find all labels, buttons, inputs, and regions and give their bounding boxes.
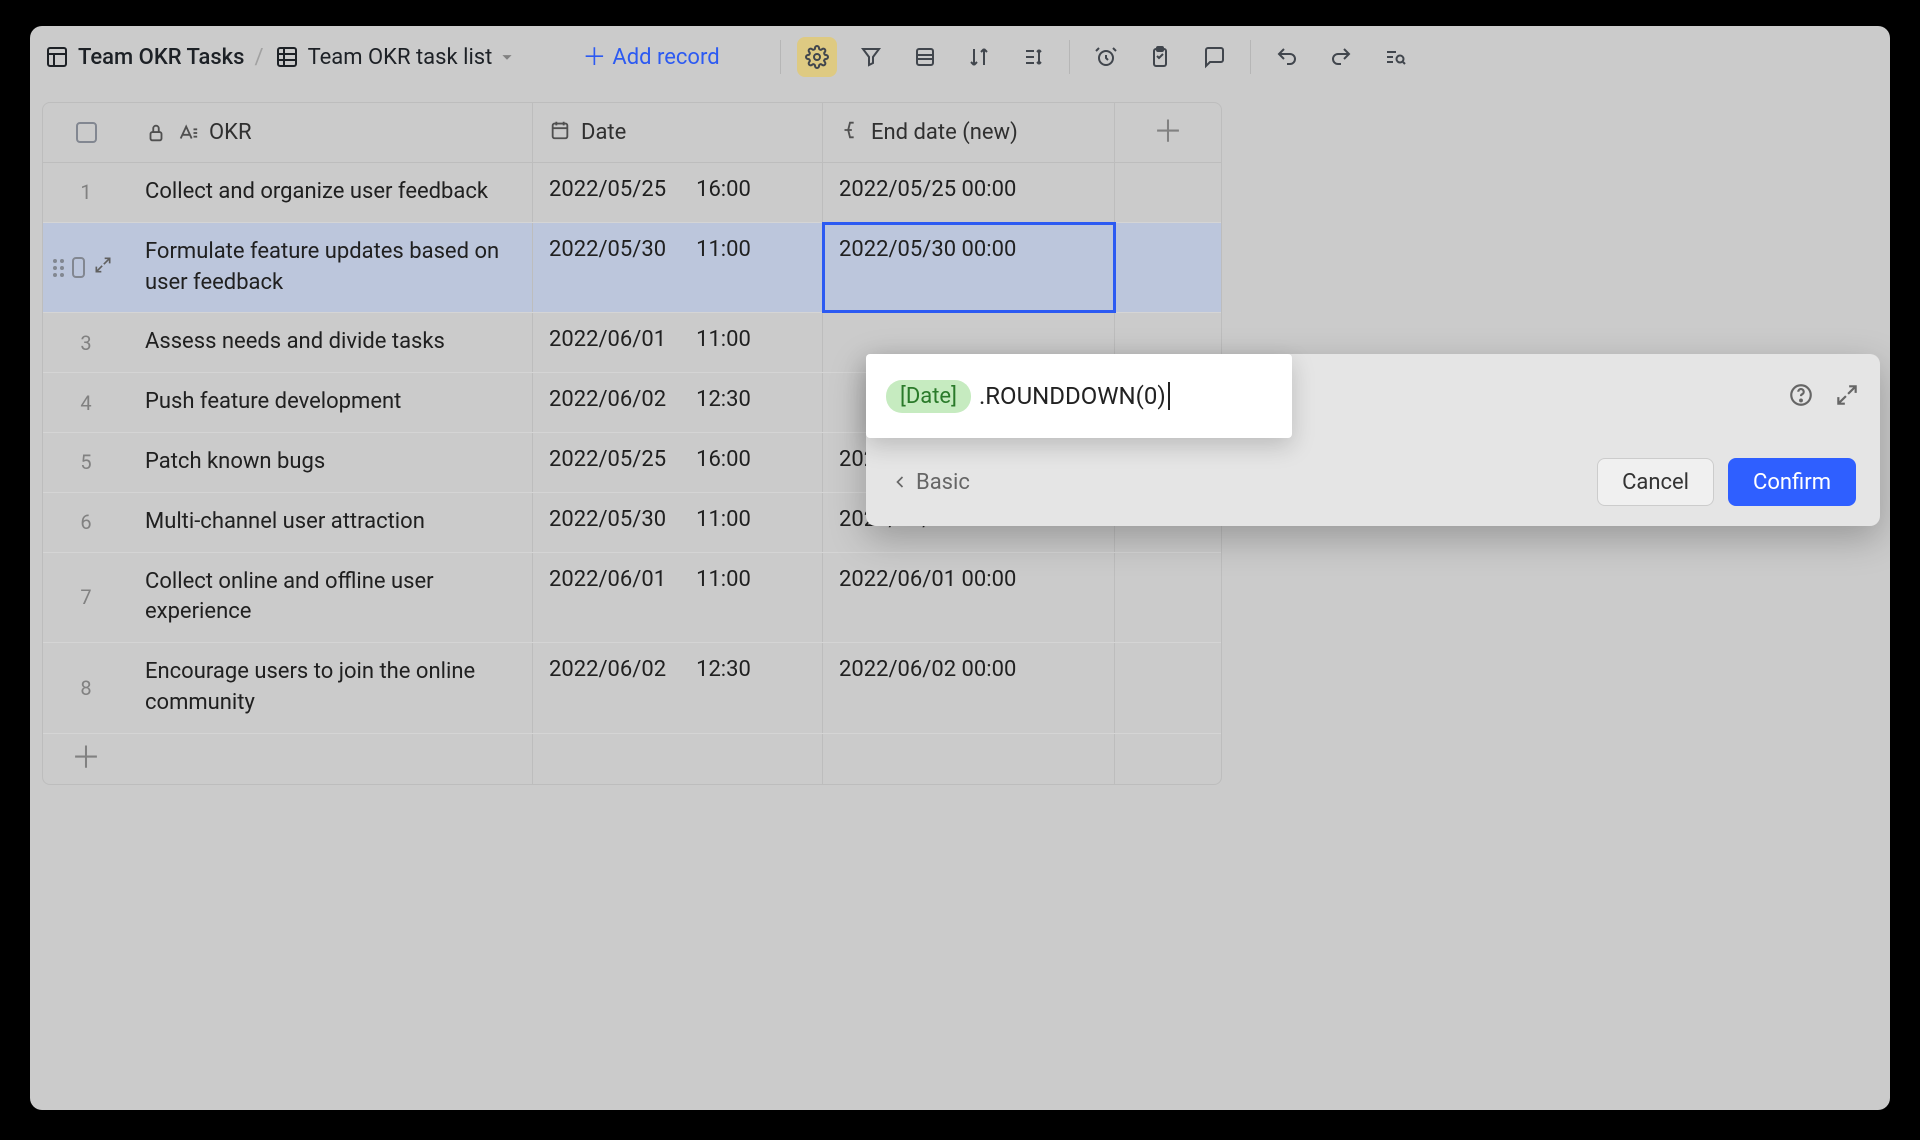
cell-okr[interactable]: Formulate feature updates based on user … xyxy=(145,237,516,299)
cell-end-date[interactable]: 2022/06/02 00:00 xyxy=(839,657,1016,682)
lock-icon xyxy=(145,122,167,144)
table-row[interactable]: Formulate feature updates based on user … xyxy=(43,223,1221,314)
formula-editor-popup: [Date] .ROUNDDOWN(0) Basic Cancel xyxy=(866,354,1880,526)
grid-view-icon xyxy=(274,44,300,70)
cell-date[interactable]: 2022/06/0212:30 xyxy=(549,657,751,682)
formula-input[interactable]: [Date] .ROUNDDOWN(0) xyxy=(866,354,1292,438)
basic-mode-link[interactable]: Basic xyxy=(890,470,970,495)
filter-button[interactable] xyxy=(851,37,891,77)
cell-date[interactable]: 2022/06/0111:00 xyxy=(549,327,751,352)
add-row[interactable]: ＋ xyxy=(43,734,1221,784)
redo-button[interactable] xyxy=(1321,37,1361,77)
cell-date[interactable]: 2022/06/0111:00 xyxy=(549,567,751,592)
cell-okr[interactable]: Assess needs and divide tasks xyxy=(145,327,445,358)
field-chip[interactable]: [Date] xyxy=(886,380,971,413)
formula-text: .ROUNDDOWN(0) xyxy=(979,382,1166,410)
row-index: 1 xyxy=(80,180,91,204)
row-index: 3 xyxy=(80,331,91,355)
row-index: 5 xyxy=(80,450,91,474)
add-column-button[interactable]: ＋ xyxy=(1153,118,1183,148)
undo-button[interactable] xyxy=(1267,37,1307,77)
breadcrumb-view[interactable]: Team OKR task list xyxy=(308,45,493,70)
clipboard-button[interactable] xyxy=(1140,37,1180,77)
cell-end-date[interactable]: 2022/05/25 00:00 xyxy=(839,177,1016,202)
row-index: 7 xyxy=(80,585,91,609)
row-index: 8 xyxy=(80,676,91,700)
breadcrumb-separator: / xyxy=(254,45,263,70)
column-header-okr[interactable]: OKR xyxy=(209,120,252,145)
add-record-label: Add record xyxy=(612,45,719,70)
column-header-end-date[interactable]: End date (new) xyxy=(871,120,1018,145)
cell-okr[interactable]: Collect and organize user feedback xyxy=(145,177,488,208)
add-record-button[interactable]: ＋ Add record xyxy=(582,45,719,70)
row-height-button[interactable] xyxy=(905,37,945,77)
cell-okr[interactable]: Patch known bugs xyxy=(145,447,325,478)
toolbar: Team OKR Tasks / Team OKR task list ＋ Ad… xyxy=(30,26,1890,88)
plus-icon: ＋ xyxy=(71,744,101,774)
row-checkbox[interactable] xyxy=(72,257,85,278)
cell-okr[interactable]: Collect online and offline user experien… xyxy=(145,567,516,629)
toolbar-separator xyxy=(1069,40,1070,74)
text-cursor xyxy=(1168,382,1170,410)
cell-date[interactable]: 2022/05/3011:00 xyxy=(549,237,751,262)
plus-icon: ＋ xyxy=(582,45,606,69)
calendar-icon xyxy=(549,119,571,147)
comment-button[interactable] xyxy=(1194,37,1234,77)
formula-icon xyxy=(839,119,861,147)
cell-okr[interactable]: Push feature development xyxy=(145,387,401,418)
breadcrumb-root[interactable]: Team OKR Tasks xyxy=(78,45,244,70)
cell-date[interactable]: 2022/05/3011:00 xyxy=(549,507,751,532)
chevron-down-icon[interactable] xyxy=(496,46,518,68)
cancel-button[interactable]: Cancel xyxy=(1597,458,1714,506)
find-button[interactable] xyxy=(1375,37,1415,77)
group-button[interactable] xyxy=(1013,37,1053,77)
cell-okr[interactable]: Multi-channel user attraction xyxy=(145,507,425,538)
table-row[interactable]: 1 Collect and organize user feedback 202… xyxy=(43,163,1221,223)
table-row[interactable]: 8 Encourage users to join the online com… xyxy=(43,643,1221,734)
drag-handle-icon[interactable] xyxy=(53,259,64,277)
reminder-button[interactable] xyxy=(1086,37,1126,77)
toolbar-separator xyxy=(780,40,781,74)
cell-date[interactable]: 2022/05/2516:00 xyxy=(549,177,751,202)
table-header: OKR Date End date (new) xyxy=(43,103,1221,163)
help-icon[interactable] xyxy=(1788,382,1814,412)
cell-date[interactable]: 2022/06/0212:30 xyxy=(549,387,751,412)
table-row[interactable]: 7 Collect online and offline user experi… xyxy=(43,553,1221,644)
settings-button[interactable] xyxy=(797,37,837,77)
cell-end-date[interactable]: 2022/06/01 00:00 xyxy=(839,567,1016,592)
expand-icon[interactable] xyxy=(93,255,113,280)
confirm-button[interactable]: Confirm xyxy=(1728,458,1856,506)
cell-okr[interactable]: Encourage users to join the online commu… xyxy=(145,657,516,719)
select-all-checkbox[interactable] xyxy=(76,122,97,143)
sort-button[interactable] xyxy=(959,37,999,77)
row-index: 4 xyxy=(80,391,91,415)
breadcrumb: Team OKR Tasks / Team OKR task list xyxy=(44,44,518,70)
text-column-icon xyxy=(177,122,199,144)
cell-date[interactable]: 2022/05/2516:00 xyxy=(549,447,751,472)
fullscreen-icon[interactable] xyxy=(1834,382,1860,412)
basic-label: Basic xyxy=(916,470,970,495)
cell-end-date[interactable]: 2022/05/30 00:00 xyxy=(839,237,1016,262)
row-index: 6 xyxy=(80,510,91,534)
toolbar-separator xyxy=(1250,40,1251,74)
table-icon xyxy=(44,44,70,70)
column-header-date[interactable]: Date xyxy=(581,120,626,145)
